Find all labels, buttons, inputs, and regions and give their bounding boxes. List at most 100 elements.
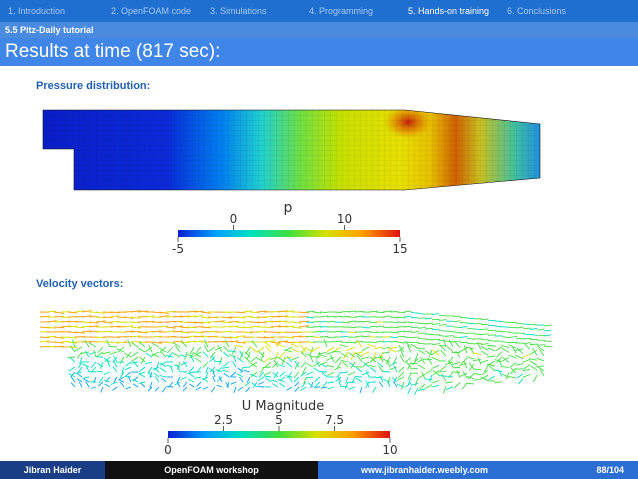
velocity-vector [410, 331, 419, 334]
velocity-vector [442, 338, 447, 347]
velocity-vector [187, 378, 195, 383]
velocity-vector [71, 339, 76, 348]
velocity-vector [104, 383, 111, 388]
velocity-vector [522, 342, 532, 345]
velocity-vector [452, 336, 461, 339]
velocity-vector [441, 373, 447, 382]
velocity-vector [417, 342, 427, 345]
velocity-vector [403, 330, 412, 333]
velocity-vector [543, 340, 552, 342]
velocity-vector [508, 354, 517, 359]
velocity-vector [515, 363, 524, 366]
velocity-vector [327, 381, 335, 384]
velocity-vector [312, 326, 322, 328]
velocity-tick-label: 0 [164, 443, 172, 457]
velocity-vector [322, 381, 328, 388]
velocity-vector [494, 369, 503, 373]
velocity-vector [189, 383, 195, 388]
velocity-vector [131, 342, 139, 348]
velocity-vector [313, 367, 321, 373]
velocity-vector [340, 341, 349, 344]
velocity-vector [154, 376, 160, 383]
velocity-vector [425, 384, 433, 389]
velocity-vector [293, 371, 300, 379]
velocity-vector [290, 343, 300, 348]
velocity-vector [480, 345, 489, 351]
velocity-vector [272, 383, 279, 388]
velocity-vector [230, 371, 237, 377]
velocity-vector [354, 315, 364, 318]
velocity-vector [537, 345, 545, 352]
velocity-vector [125, 361, 132, 367]
velocity-vector [339, 344, 349, 348]
velocity-vector [88, 342, 97, 348]
velocity-vector [501, 341, 510, 344]
velocity-vector [294, 386, 300, 392]
footer-bar: Jibran Haider OpenFOAM workshop www.jibr… [0, 461, 638, 479]
velocity-vector [256, 357, 265, 363]
velocity-vector [452, 320, 461, 323]
pressure-tick-label: -5 [172, 242, 184, 256]
velocity-vector [124, 376, 132, 378]
velocity-vector [473, 373, 482, 376]
velocity-vector [410, 336, 419, 339]
velocity-vector [196, 381, 202, 387]
velocity-vector [508, 376, 517, 379]
velocity-vector [138, 366, 146, 373]
velocity-vector [159, 367, 167, 373]
velocity-vector [184, 351, 188, 360]
velocity-vector [348, 386, 356, 390]
velocity-vector [300, 386, 307, 391]
velocity-vector [417, 388, 426, 392]
velocity-vector [501, 347, 510, 353]
velocity-vector [250, 361, 258, 367]
velocity-vector [378, 381, 384, 388]
velocity-vector [223, 372, 230, 378]
velocity-vector [76, 372, 83, 378]
velocity-vector [403, 310, 412, 313]
velocity-vector [326, 320, 335, 323]
velocity-vector [321, 371, 328, 378]
velocity-vector [159, 374, 167, 378]
velocity-vector [388, 348, 398, 353]
velocity-vector [239, 376, 244, 383]
velocity-vector [102, 351, 111, 355]
velocity-vector [222, 366, 230, 369]
velocity-vector [291, 348, 300, 353]
velocity-vector [327, 386, 335, 390]
velocity-vector [372, 386, 377, 393]
velocity-vector [249, 346, 258, 353]
velocity-vector [522, 333, 531, 336]
velocity-vector [138, 373, 146, 378]
velocity-vector [407, 387, 412, 395]
velocity-vector [508, 331, 517, 334]
velocity-vector [347, 320, 356, 323]
velocity-vector [96, 351, 104, 357]
velocity-vector [232, 360, 237, 368]
velocity-vector [368, 321, 377, 324]
velocity-vector [237, 386, 244, 391]
velocity-vector [382, 371, 391, 373]
velocity-vector [459, 335, 468, 338]
pressure-tick-label: 0 [230, 212, 238, 226]
velocity-vector [89, 371, 97, 373]
velocity-vector [340, 316, 350, 318]
velocity-vector [138, 371, 146, 375]
velocity-vector [508, 335, 518, 338]
velocity-vector [216, 384, 223, 388]
velocity-vector [326, 364, 335, 368]
velocity-vector [188, 366, 195, 373]
velocity-vector [106, 339, 111, 348]
velocity-vector [446, 386, 454, 391]
velocity-vector [90, 386, 97, 389]
velocity-vector [243, 366, 251, 369]
velocity-vector [228, 350, 237, 353]
velocity-vector [293, 381, 300, 387]
velocity-vector [424, 358, 433, 361]
velocity-vector [382, 315, 391, 318]
velocity-vector [140, 382, 146, 388]
velocity-vector [166, 386, 174, 388]
velocity-vector [454, 341, 461, 348]
velocity-vector [347, 341, 356, 344]
velocity-vector [438, 319, 447, 321]
